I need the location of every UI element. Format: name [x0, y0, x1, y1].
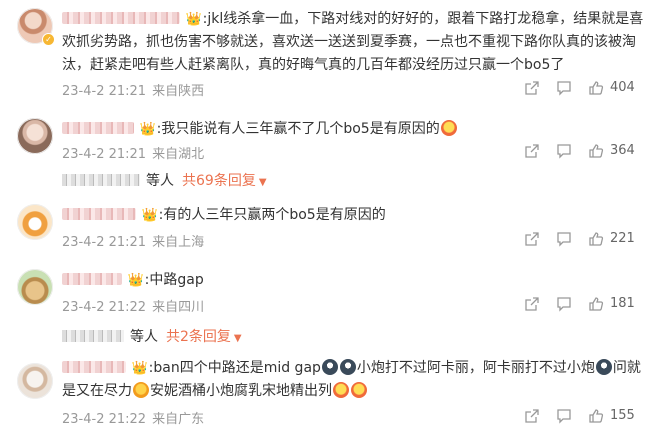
comment-location: 来自湖北	[152, 147, 205, 162]
comment-meta: 23-4-2 21:21 来自上海	[62, 231, 204, 250]
comment-icon[interactable]	[556, 80, 572, 96]
comment-text: 👑:中路gap	[62, 269, 648, 292]
emoji-icon	[440, 120, 457, 136]
more-replies-link[interactable]: 共69条回复 ▼	[182, 173, 267, 189]
comment-meta: 23-4-2 21:21 来自陕西	[62, 80, 204, 99]
more-replies-link[interactable]: 共2条回复 ▼	[166, 329, 242, 345]
comment-location: 来自广东	[152, 412, 205, 427]
avatar[interactable]	[17, 204, 53, 240]
like-count: 221	[610, 231, 635, 246]
like-icon[interactable]	[588, 80, 604, 96]
like-count: 181	[610, 296, 635, 311]
comment-time: 23-4-2 21:21	[62, 235, 147, 250]
share-icon[interactable]	[524, 408, 540, 424]
reply-suffix: 等人	[130, 329, 158, 345]
comment-actions: 404	[524, 80, 644, 100]
comment-meta: 23-4-2 21:21 来自湖北	[62, 143, 204, 162]
crown-icon: 👑	[141, 208, 158, 223]
comment-actions: 364	[524, 143, 644, 163]
comment-meta: 23-4-2 21:22 来自四川	[62, 296, 204, 315]
verified-icon: ✓	[42, 33, 55, 46]
share-icon[interactable]	[524, 231, 540, 247]
crown-icon: 👑	[139, 122, 156, 137]
comment-location: 来自陕西	[152, 84, 205, 99]
emoji-icon	[351, 382, 367, 398]
username[interactable]	[62, 122, 134, 134]
like-icon[interactable]	[588, 408, 604, 424]
comment-location: 来自上海	[152, 235, 205, 250]
share-icon[interactable]	[524, 296, 540, 312]
like-icon[interactable]	[588, 143, 604, 159]
comment-actions: 155	[524, 408, 644, 428]
comment-time: 23-4-2 21:21	[62, 147, 147, 162]
comment-time: 23-4-2 21:22	[62, 300, 147, 315]
comment-text: 👑:ban四个中路还是mid gap 小炮打不过阿卡丽，阿卡丽打不过小炮 问就是又在…	[62, 359, 641, 399]
share-icon[interactable]	[524, 143, 540, 159]
avatar[interactable]	[17, 269, 53, 305]
share-icon[interactable]	[524, 80, 540, 96]
crown-icon: 👑	[185, 12, 202, 27]
reply-summary: 等人 共2条回复 ▼	[62, 326, 242, 346]
like-count: 404	[610, 80, 635, 95]
caret-down-icon: ▼	[258, 177, 267, 188]
comment-location: 来自四川	[152, 300, 205, 315]
emoji-icon	[595, 359, 612, 375]
comment-icon[interactable]	[556, 296, 572, 312]
like-icon[interactable]	[588, 231, 604, 247]
crown-icon: 👑	[131, 361, 148, 376]
comment-text: 👑:jkl线杀拿一血，下路对线对的好好的，跟着下路打龙稳拿，结果就是喜欢抓劣势路…	[62, 11, 644, 73]
like-count: 364	[610, 143, 635, 158]
comment-text: 👑:有的人三年只赢两个bo5是有原因的	[62, 204, 648, 227]
comment-icon[interactable]	[556, 143, 572, 159]
comment-icon[interactable]	[556, 408, 572, 424]
like-count: 155	[610, 408, 635, 423]
username[interactable]	[62, 12, 180, 24]
caret-down-icon: ▼	[233, 333, 242, 344]
username[interactable]	[62, 208, 136, 220]
reply-usernames	[62, 330, 124, 342]
emoji-icon	[133, 382, 149, 398]
comment-time: 23-4-2 21:21	[62, 84, 147, 99]
comment-time: 23-4-2 21:22	[62, 412, 147, 427]
comment-meta: 23-4-2 21:22 来自广东	[62, 408, 204, 427]
emoji-icon	[339, 359, 356, 375]
reply-summary: 等人 共69条回复 ▼	[62, 170, 267, 190]
avatar[interactable]	[17, 363, 53, 399]
crown-icon: 👑	[127, 273, 144, 288]
avatar[interactable]	[17, 118, 53, 154]
comment-actions: 181	[524, 296, 644, 316]
username[interactable]	[62, 361, 126, 373]
comment-icon[interactable]	[556, 231, 572, 247]
like-icon[interactable]	[588, 296, 604, 312]
username[interactable]	[62, 273, 122, 285]
comment-actions: 221	[524, 231, 644, 251]
emoji-icon	[333, 382, 349, 398]
reply-suffix: 等人	[146, 173, 174, 189]
emoji-icon	[321, 359, 338, 375]
comment-text: 👑:我只能说有人三年赢不了几个bo5是有原因的	[62, 118, 648, 141]
reply-usernames	[62, 174, 140, 186]
